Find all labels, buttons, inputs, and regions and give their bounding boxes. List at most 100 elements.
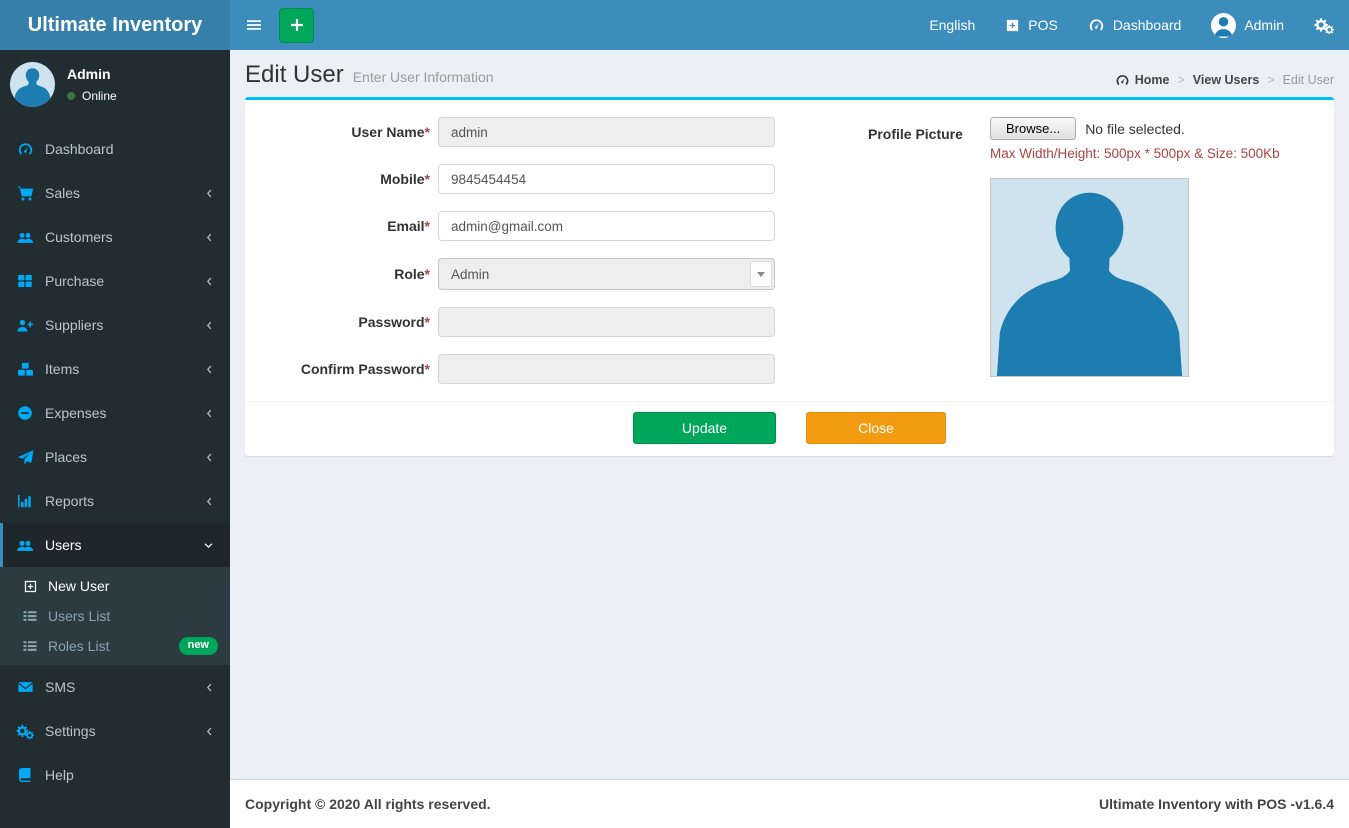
email-label: Email* xyxy=(245,218,430,234)
top-header: Ultimate Inventory English POS xyxy=(0,0,1349,50)
gauge-icon xyxy=(15,141,35,158)
profile-picture-preview xyxy=(990,178,1189,377)
sidebar-subitem-users-list[interactable]: Users List xyxy=(0,601,230,631)
paper-plane-icon xyxy=(15,449,35,466)
required-asterisk: * xyxy=(425,266,430,282)
copyright-text: Copyright © 2020 All rights reserved. xyxy=(245,796,491,812)
password-field[interactable] xyxy=(438,307,775,337)
form-row: Email* xyxy=(245,211,775,241)
user-name-label: User Name* xyxy=(245,124,430,140)
role-label: Role* xyxy=(245,266,430,282)
mobile-label: Mobile* xyxy=(245,171,430,187)
nav-language[interactable]: English xyxy=(914,0,990,50)
chevron-left-icon xyxy=(204,231,215,244)
book-icon xyxy=(15,767,35,783)
breadcrumb-home[interactable]: Home xyxy=(1115,73,1170,88)
mobile-field[interactable] xyxy=(438,164,775,194)
chevron-down-icon xyxy=(750,261,772,287)
sidebar-item-suppliers[interactable]: Suppliers xyxy=(0,303,230,347)
sidebar-user-name: Admin xyxy=(67,66,117,82)
form-left-column: User Name* Mobile* Email* Role* xyxy=(245,117,775,388)
envelope-icon xyxy=(15,679,35,695)
sidebar-item-sales[interactable]: Sales xyxy=(0,171,230,215)
content-header: Edit User Enter User Information Home > … xyxy=(230,50,1349,97)
browse-button[interactable]: Browse... xyxy=(990,117,1076,140)
form-row: Role* Admin xyxy=(245,258,775,290)
gauge-icon xyxy=(1088,17,1105,34)
online-dot-icon xyxy=(67,92,75,100)
sidebar-item-places[interactable]: Places xyxy=(0,435,230,479)
sidebar-item-sms[interactable]: SMS xyxy=(0,665,230,709)
main-footer: Copyright © 2020 All rights reserved. Ul… xyxy=(230,779,1349,828)
chevron-left-icon xyxy=(204,681,215,694)
sidebar-item-help[interactable]: Help xyxy=(0,753,230,797)
sidebar-user-status[interactable]: Online xyxy=(67,89,117,103)
navbar: English POS Dashboard Admin xyxy=(230,0,1349,50)
sidebar-item-settings[interactable]: Settings xyxy=(0,709,230,753)
sidebar-item-users[interactable]: Users xyxy=(0,523,230,567)
sidebar-item-customers[interactable]: Customers xyxy=(0,215,230,259)
confirm-password-field[interactable] xyxy=(438,354,775,384)
chevron-left-icon xyxy=(204,495,215,508)
form-row: Mobile* xyxy=(245,164,775,194)
file-input-row: Browse... No file selected. xyxy=(990,117,1280,140)
bar-chart-icon xyxy=(15,493,35,509)
email-field[interactable] xyxy=(438,211,775,241)
sidebar-subitem-new-user[interactable]: New User xyxy=(0,571,230,601)
sidebar-user-panel: Admin Online xyxy=(0,50,230,121)
sidebar-users-submenu: New User Users List Roles List new xyxy=(0,567,230,665)
user-plus-icon xyxy=(15,317,35,334)
gears-icon xyxy=(15,723,35,740)
form-row: Confirm Password* xyxy=(245,354,775,384)
sidebar-item-reports[interactable]: Reports xyxy=(0,479,230,523)
sidebar-user-info: Admin Online xyxy=(67,66,117,103)
breadcrumb: Home > View Users > Edit User xyxy=(1115,71,1334,89)
sidebar-subitem-roles-list[interactable]: Roles List new xyxy=(0,631,230,661)
password-label: Password* xyxy=(245,314,430,330)
no-file-text: No file selected. xyxy=(1085,121,1185,137)
update-button[interactable]: Update xyxy=(633,412,776,444)
user-avatar-icon xyxy=(1211,13,1236,38)
sidebar-menu: Dashboard Sales Customers Purchase Suppl… xyxy=(0,127,230,797)
sidebar-item-expenses[interactable]: Expenses xyxy=(0,391,230,435)
form-row: User Name* xyxy=(245,117,775,147)
chevron-left-icon xyxy=(204,363,215,376)
profile-picture-label: Profile Picture xyxy=(868,117,990,388)
sidebar-user-avatar[interactable] xyxy=(10,62,55,107)
nav-dashboard[interactable]: Dashboard xyxy=(1073,0,1197,50)
user-name-field[interactable] xyxy=(438,117,775,147)
minus-circle-icon xyxy=(15,405,35,421)
sidebar: Admin Online Dashboard Sales Customers xyxy=(0,50,230,828)
plus-square-icon xyxy=(21,579,39,594)
profile-picture-content: Browse... No file selected. Max Width/He… xyxy=(990,117,1280,388)
breadcrumb-view-users[interactable]: View Users xyxy=(1193,73,1259,87)
confirm-password-label: Confirm Password* xyxy=(245,361,430,377)
person-silhouette-icon xyxy=(991,179,1188,376)
chevron-left-icon xyxy=(204,319,215,332)
nav-pos[interactable]: POS xyxy=(990,0,1073,50)
chevron-left-icon xyxy=(204,187,215,200)
required-asterisk: * xyxy=(425,218,430,234)
cubes-icon xyxy=(15,361,35,378)
sidebar-item-purchase[interactable]: Purchase xyxy=(0,259,230,303)
nav-user-menu[interactable]: Admin xyxy=(1196,0,1299,50)
quick-add-button[interactable] xyxy=(279,8,314,43)
app-logo[interactable]: Ultimate Inventory xyxy=(0,0,230,50)
page-title: Edit User Enter User Information xyxy=(245,61,494,89)
sidebar-toggle-button[interactable] xyxy=(230,0,278,50)
role-select[interactable]: Admin xyxy=(438,258,775,290)
edit-user-box-section: User Name* Mobile* Email* Role* xyxy=(230,97,1349,456)
close-button[interactable]: Close xyxy=(806,412,946,444)
sidebar-item-items[interactable]: Items xyxy=(0,347,230,391)
page-subtitle: Enter User Information xyxy=(353,69,494,85)
edit-user-box: User Name* Mobile* Email* Role* xyxy=(245,97,1334,456)
chevron-left-icon xyxy=(204,725,215,738)
list-icon xyxy=(21,608,39,624)
sidebar-item-dashboard[interactable]: Dashboard xyxy=(0,127,230,171)
users-icon xyxy=(15,229,35,246)
new-badge: new xyxy=(179,637,218,654)
content-wrapper: Edit User Enter User Information Home > … xyxy=(230,50,1349,828)
chevron-left-icon xyxy=(204,275,215,288)
required-asterisk: * xyxy=(425,314,430,330)
nav-settings[interactable] xyxy=(1299,0,1349,50)
